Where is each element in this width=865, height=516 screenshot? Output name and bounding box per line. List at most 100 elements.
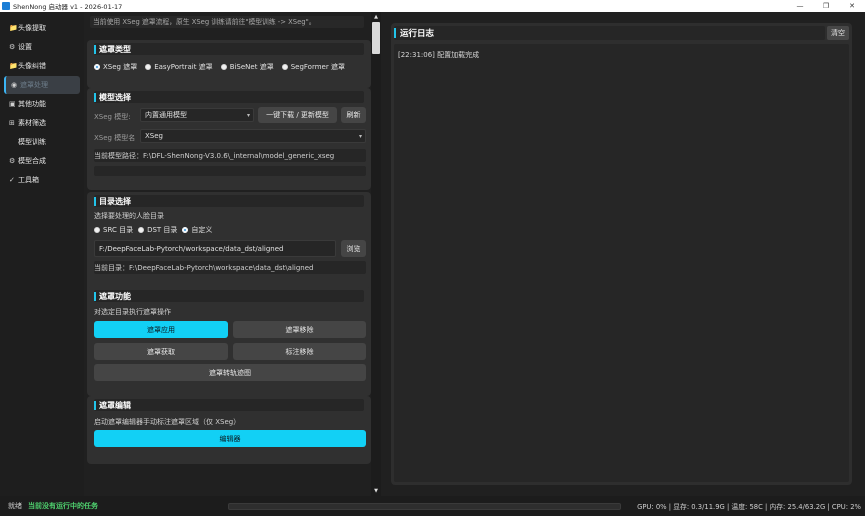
grid-icon: ⊞ (9, 119, 15, 127)
task-progress-bar (228, 503, 621, 510)
download-model-button[interactable]: 一键下载 / 更新模型 (258, 107, 337, 123)
sidebar-item-label: 头像提取 (18, 24, 46, 32)
sidebar-item-label: 素材筛选 (18, 119, 46, 127)
status-ready: 就绪 (8, 502, 22, 510)
folder-icon: 📁 (9, 24, 18, 32)
sidebar-item-label: 设置 (18, 43, 32, 51)
radio-xseg[interactable]: XSeg 遮罩 (94, 62, 137, 72)
log-header: 运行日志 (394, 26, 825, 40)
maximize-button[interactable]: ❐ (813, 0, 839, 12)
card-header: 模型选择 (94, 91, 364, 103)
window-controls: — ❐ ✕ (787, 0, 865, 12)
radio-off-icon (94, 227, 100, 233)
radio-off-icon (281, 64, 288, 70)
dir-select-card: 目录选择 选择要处理的人脸目录 SRC 目录 DST 目录 自定义 F:/Dee… (87, 192, 371, 295)
mask-icon: ◉ (11, 81, 18, 89)
radio-on-icon (182, 227, 189, 233)
scroll-thumb[interactable] (372, 22, 380, 54)
chevron-down-icon: ▾ (358, 133, 362, 140)
card-title: 遮罩编辑 (99, 400, 131, 410)
card-header: 目录选择 (94, 195, 364, 207)
model-name-label: XSeg 模型名 (94, 134, 136, 142)
hint-text: 当前使用 XSeg 遮罩流程，原生 XSeg 训练请前往"模型训练 -> XSe… (90, 16, 364, 28)
model-path-text: 当前模型路径：F:\DFL-ShenNong-V3.0.6\_internal\… (94, 152, 335, 160)
window-title: ShenNong 启动器 v1 - 2026-01-17 (13, 3, 123, 11)
model-select-card: 模型选择 XSeg 模型: 内置通用模型 ▾ 一键下载 / 更新模型 刷新 XS… (87, 88, 371, 190)
sidebar-item-other[interactable]: ▣ 其他功能 (4, 95, 80, 113)
refresh-button[interactable]: 刷新 (341, 107, 366, 123)
system-stats: GPU: 0% | 显存: 0.3/11.9G | 温度: 58C | 内存: … (637, 503, 861, 511)
card-title: 目录选择 (99, 196, 131, 206)
radio-off-icon (145, 64, 152, 70)
radio-segformer[interactable]: SegFormer 遮罩 (281, 62, 345, 72)
sidebar-item-mask[interactable]: ◉ 遮罩处理 (4, 76, 80, 94)
close-button[interactable]: ✕ (839, 0, 865, 12)
log-line: [22:31:06] 配置加载完成 (398, 51, 480, 59)
mask-edit-prompt: 启动遮罩编辑器手动标注遮罩区域（仅 XSeg） (94, 418, 241, 426)
mask-func-prompt: 对选定目录执行遮罩操作 (94, 308, 171, 316)
sidebar-item-filter[interactable]: ⊞ 素材筛选 (4, 114, 80, 132)
mask-apply-button[interactable]: 遮罩应用 (94, 321, 228, 338)
title-bar: ShenNong 启动器 v1 - 2026-01-17 — ❐ ✕ (0, 0, 865, 12)
radio-bisenet[interactable]: BiSeNet 遮罩 (220, 62, 274, 72)
status-bar: 就绪 当前没有运行中的任务 GPU: 0% | 显存: 0.3/11.9G | … (0, 496, 865, 516)
gear-icon: ⚙ (9, 43, 16, 51)
mask-to-trajectory-button[interactable]: 遮罩转轨迹图 (94, 364, 366, 381)
app-icon (2, 2, 10, 10)
radio-off-icon (138, 227, 145, 233)
sidebar-item-label: 模型合成 (18, 157, 46, 165)
model-select[interactable]: 内置通用模型 ▾ (140, 108, 254, 122)
sidebar-item-face-extract[interactable]: 📁 头像提取 (4, 19, 80, 37)
dir-prompt: 选择要处理的人脸目录 (94, 212, 164, 220)
radio-custom[interactable]: 自定义 (182, 225, 212, 235)
status-task: 当前没有运行中的任务 (28, 502, 98, 510)
log-title: 运行日志 (400, 29, 435, 39)
radio-src[interactable]: SRC 目录 (94, 225, 133, 235)
model-name-select[interactable]: XSeg ▾ (140, 129, 366, 143)
log-body: [22:31:06] 配置加载完成 (394, 44, 849, 482)
card-header: 遮罩功能 (94, 290, 364, 302)
mask-fetch-button[interactable]: 遮罩获取 (94, 343, 228, 360)
sidebar-item-label: 遮罩处理 (20, 81, 48, 89)
dir-options: SRC 目录 DST 目录 自定义 (94, 225, 220, 235)
folder-icon: 📁 (9, 62, 18, 70)
editor-button[interactable]: 编辑器 (94, 430, 366, 447)
label-remove-button[interactable]: 标注移除 (233, 343, 366, 360)
mask-type-card: 遮罩类型 XSeg 遮罩 EasyPortrait 遮罩 BiSeNet 遮罩 … (87, 40, 371, 88)
sidebar-item-label: 工具箱 (18, 176, 39, 184)
current-dir-text: 当前目录：F:\DeepFaceLab-Pytorch\workspace\da… (94, 264, 314, 272)
scroll-up-icon[interactable]: ▲ (372, 13, 380, 21)
card-title: 遮罩功能 (99, 291, 131, 301)
log-panel: 运行日志 清空 [22:31:06] 配置加载完成 (391, 23, 852, 485)
card-title: 遮罩类型 (99, 44, 131, 54)
mask-type-options: XSeg 遮罩 EasyPortrait 遮罩 BiSeNet 遮罩 SegFo… (94, 62, 353, 72)
sidebar: 📁 头像提取 ⚙ 设置 📁 头像纠错 ◉ 遮罩处理 ▣ 其他功能 ⊞ 素材筛选 … (0, 12, 84, 496)
sidebar-item-label: 头像纠错 (18, 62, 46, 70)
sidebar-item-train[interactable]: 模型训练 (4, 133, 80, 151)
sidebar-item-settings[interactable]: ⚙ 设置 (4, 38, 80, 56)
sidebar-item-merge[interactable]: ⚙ 模型合成 (4, 152, 80, 170)
minimize-button[interactable]: — (787, 0, 813, 12)
model-label: XSeg 模型: (94, 113, 131, 121)
card-header: 遮罩类型 (94, 43, 364, 55)
sidebar-item-toolbox[interactable]: ✓ 工具箱 (4, 171, 80, 189)
check-icon: ✓ (9, 176, 15, 184)
radio-easyportrait[interactable]: EasyPortrait 遮罩 (145, 62, 213, 72)
card-header: 遮罩编辑 (94, 399, 364, 411)
browse-button[interactable]: 浏览 (341, 240, 366, 257)
scroll-down-icon[interactable]: ▼ (372, 487, 380, 495)
main-scrollbar[interactable]: ▲ ▼ (371, 12, 381, 496)
mask-function-card: 遮罩功能 对选定目录执行遮罩操作 遮罩应用 遮罩移除 遮罩获取 标注移除 遮罩转… (87, 287, 371, 396)
model-path-row: 当前模型路径：F:\DFL-ShenNong-V3.0.6\_internal\… (94, 149, 366, 162)
model-info-strip (94, 166, 366, 176)
radio-off-icon (220, 64, 227, 70)
chevron-down-icon: ▾ (246, 112, 250, 119)
mask-remove-button[interactable]: 遮罩移除 (233, 321, 366, 338)
clear-log-button[interactable]: 清空 (827, 26, 849, 40)
radio-dst[interactable]: DST 目录 (138, 225, 177, 235)
sidebar-item-label: 其他功能 (18, 100, 46, 108)
mask-edit-card: 遮罩编辑 启动遮罩编辑器手动标注遮罩区域（仅 XSeg） 编辑器 (87, 396, 371, 464)
dir-path-input[interactable]: F:/DeepFaceLab-Pytorch/workspace/data_ds… (94, 240, 336, 257)
box-icon: ▣ (9, 100, 16, 108)
sidebar-item-face-correct[interactable]: 📁 头像纠错 (4, 57, 80, 75)
